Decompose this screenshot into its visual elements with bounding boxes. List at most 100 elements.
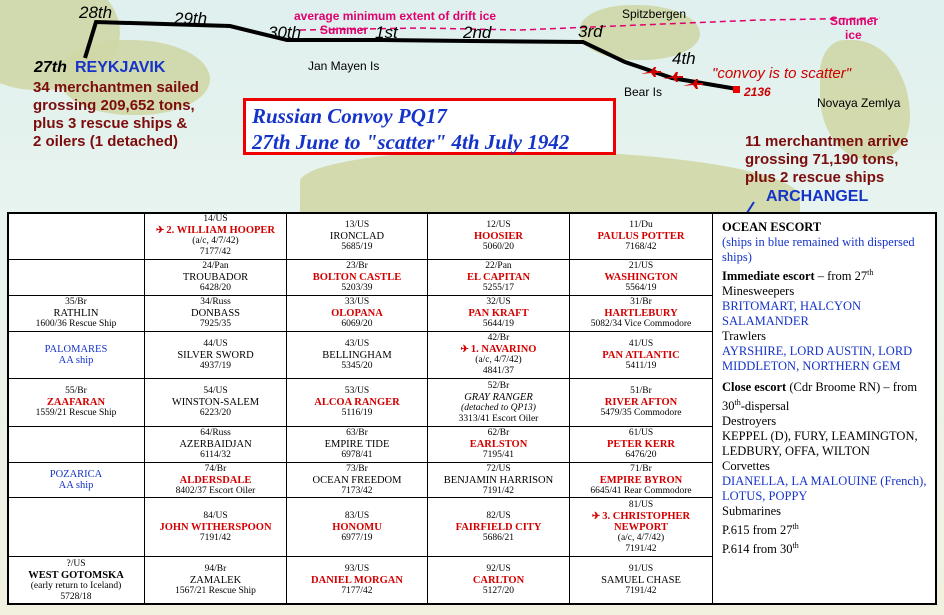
ship-position-id: 23/Br xyxy=(346,261,368,272)
ship-name-line: RATHLIN xyxy=(8,308,144,319)
ship-tonnage: 5728/18 xyxy=(60,591,92,602)
ship-cell: 13/US IRONCLAD 5685/19 xyxy=(286,211,428,261)
ship-tonnage: 6978/41 xyxy=(341,449,373,460)
ship-name: BENJAMIN HARRISON xyxy=(443,474,554,486)
ship-cell: 61/US PETER KERR 6476/20 xyxy=(569,425,713,463)
ship-name-line: AZERBAIDJAN xyxy=(145,439,286,450)
ship-name: IRONCLAD xyxy=(329,230,385,242)
ship-name-line: DONBASS xyxy=(145,308,286,319)
ship-name-line: ALCOA RANGER xyxy=(287,397,427,408)
ship-cell: 44/US SILVER SWORD 4937/19 xyxy=(144,331,287,380)
ship-name-line: DANIEL MORGAN xyxy=(287,575,427,586)
ship-position-id: 83/US xyxy=(344,510,370,521)
date-label-29th: 29th xyxy=(174,9,208,28)
corvettes-names: DIANELLA, LA MALOUINE (French), LOTUS, P… xyxy=(722,474,927,504)
ship-cell: 14/US ✈ 2. WILLIAM HOOPER (a/c, 4/7/42) 7177… xyxy=(144,211,287,261)
arrival-summary: 11 merchantmen arrive grossing 71,190 to… xyxy=(745,133,908,187)
ship-tonnage: 5345/20 xyxy=(341,360,373,371)
date-label-4th: 4th xyxy=(672,49,696,68)
immediate-escort-line: Immediate escort – from 27th xyxy=(722,265,934,284)
ship-name: DONBASS xyxy=(190,308,240,320)
date-label-28th: 28th xyxy=(79,3,113,22)
ice-label: ice xyxy=(845,28,862,42)
ship-cell: 35/Br RATHLIN 1600/36 Rescue Ship xyxy=(7,295,145,333)
ship-tonnage: 6645/41 Rear Commodore xyxy=(590,485,692,496)
trawlers-names: AYRSHIRE, LORD AUSTIN, LORD MIDDLETON, N… xyxy=(722,344,913,374)
ship-name: HARTLEBURY xyxy=(604,308,678,320)
ship-name-line: SILVER SWORD xyxy=(145,350,286,361)
ship-name-line: PAN KRAFT xyxy=(428,308,569,319)
ship-cell: 24/Pan TROUBADOR 6428/20 xyxy=(144,259,287,297)
ship-cell: 11/Du PAULUS POTTER 7168/42 xyxy=(569,211,713,261)
destroyers-names: KEPPEL (D), FURY, LEAMINGTON, LEDBURY, O… xyxy=(722,429,918,459)
ship-position-id: 22/Pan xyxy=(485,261,512,272)
ship-name: BOLTON CASTLE xyxy=(312,272,402,284)
ship-name: HONOMU xyxy=(332,521,382,533)
ship-cell: 43/US BELLINGHAM 5345/20 xyxy=(286,331,428,380)
ship-name-line: GRAY RANGER xyxy=(428,392,569,403)
ship-cell: 42/Br ✈ 1. NAVARINO (a/c, 4/7/42) 4841/37 xyxy=(427,331,570,380)
ship-name-line: WASHINGTON xyxy=(570,272,712,283)
grid-row: 35/Br RATHLIN 1600/36 Rescue Ship 34/Russ DO… xyxy=(7,295,713,333)
ship-name: AZERBAIDJAN xyxy=(179,438,252,450)
aircraft-icon: ✈ xyxy=(460,344,469,356)
ship-position-id: 24/Pan xyxy=(202,261,229,272)
ship-name-line: HONOMU xyxy=(287,522,427,533)
ship-tonnage: 5082/34 Vice Commodore xyxy=(590,319,692,330)
ship-name: JOHN WITHERSPOON xyxy=(159,521,272,533)
ship-tonnage: 7177/42 xyxy=(199,247,232,258)
ship-name: PAN KRAFT xyxy=(468,308,529,320)
ship-position-id: 63/Br xyxy=(346,427,368,438)
submarine-2: P.614 from 30th xyxy=(722,538,934,557)
ship-tonnage: 6114/32 xyxy=(200,449,231,460)
ship-note: (detached to QP13) xyxy=(461,402,536,413)
ship-name-line: SAMUEL CHASE xyxy=(570,575,712,586)
ship-name: RATHLIN xyxy=(53,308,99,320)
ship-name: OCEAN FREEDOM xyxy=(312,474,402,486)
ship-cell: 62/Br EARLSTON 7195/41 xyxy=(427,425,570,463)
grid-row: 55/Br ZAAFARAN 1559/21 Rescue Ship 54/US WIN… xyxy=(7,378,713,427)
ship-cell: 21/US WASHINGTON 5564/19 xyxy=(569,259,713,297)
ship-cell: 83/US HONOMU 6977/19 xyxy=(286,497,428,558)
ship-tonnage: 8402/37 Escort Oiler xyxy=(175,485,256,496)
departure-line: 34 merchantmen sailed xyxy=(33,79,199,96)
ship-position-id: 92/US xyxy=(486,564,511,575)
ship-name: 2. WILLIAM HOOPER xyxy=(166,225,275,237)
ship-tonnage: 5116/19 xyxy=(341,408,373,419)
ship-cell: 92/US CARLTON 5127/20 xyxy=(427,556,570,605)
ship-position-id: 33/US xyxy=(344,297,370,308)
drift-ice-label: average minimum extent of drift ice xyxy=(294,9,497,23)
ship-name: GRAY RANGER xyxy=(464,391,533,403)
scatter-signal-label: "convoy is to scatter" xyxy=(712,65,852,82)
ocean-escort-panel: OCEAN ESCORT (ships in blue remained wit… xyxy=(722,220,934,558)
ship-position-id: 71/Br xyxy=(630,463,652,474)
ship-position-id: 64/Russ xyxy=(200,427,231,438)
ship-name-line: JOHN WITHERSPOON xyxy=(145,522,286,533)
ship-cell: PALOMARES AA ship xyxy=(7,331,145,380)
summer-label-2: Summer xyxy=(830,14,879,28)
ship-position-id: 73/Br xyxy=(346,463,368,474)
summer-label-1: Summer xyxy=(320,23,369,37)
ship-tonnage: 7925/35 xyxy=(199,319,232,330)
ship-tonnage: 3313/41 Escort Oiler xyxy=(458,413,539,424)
ship-name-line: HOOSIER xyxy=(428,231,569,242)
ship-tonnage: 7168/42 xyxy=(625,241,657,252)
ship-name-line: BELLINGHAM xyxy=(287,350,427,361)
ship-name-line: ✈ 3. CHRISTOPHER NEWPORT xyxy=(570,511,712,533)
ship-name: PETER KERR xyxy=(607,438,675,450)
ship-name-line: ZAMALEK xyxy=(145,575,286,586)
jan-mayen-label: Jan Mayen Is xyxy=(308,59,380,73)
submarines-heading: Submarines xyxy=(722,504,782,519)
aircraft-icon: ✈ xyxy=(591,510,601,522)
ship-position-id: 34/Russ xyxy=(200,297,231,308)
ship-tonnage: 5685/19 xyxy=(341,241,373,252)
ship-name: ZAAFARAN xyxy=(46,397,106,409)
ship-name-line: PAN ATLANTIC xyxy=(570,350,712,361)
immediate-escort-text: – from 27 xyxy=(814,269,868,284)
ship-name: FAIRFIELD CITY xyxy=(455,521,542,533)
ship-name-line: OCEAN FREEDOM xyxy=(287,475,427,486)
grid-row: POZARICA AA ship 74/Br ALDERSDALE 8402/37 Es… xyxy=(7,461,713,499)
escort-title: OCEAN ESCORT xyxy=(722,220,822,234)
ship-tonnage: 5686/21 xyxy=(482,532,515,543)
ship-position-id: 74/Br xyxy=(204,463,227,474)
